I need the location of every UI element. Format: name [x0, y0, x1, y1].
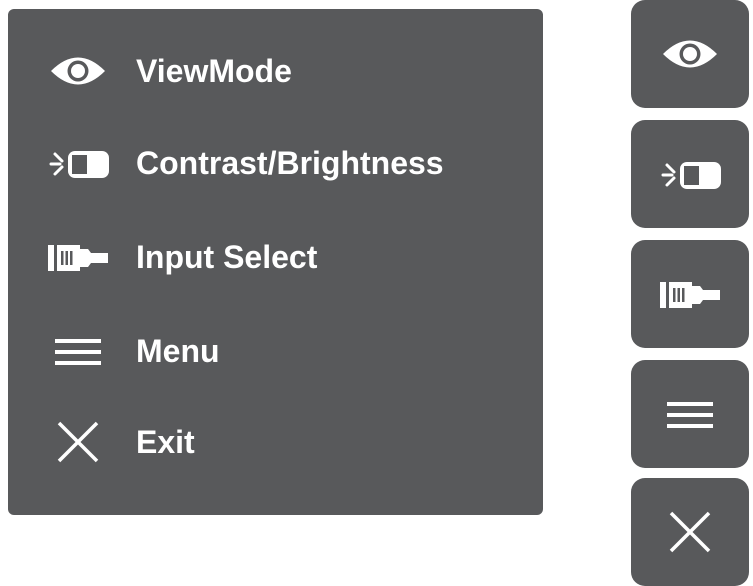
- menu-item-input-select[interactable]: Input Select: [8, 217, 543, 297]
- menu-item-viewmode[interactable]: ViewMode: [8, 31, 543, 111]
- contrast-brightness-icon: [38, 123, 118, 203]
- menu-item-label: ViewMode: [136, 53, 292, 89]
- contrast-brightness-button[interactable]: [631, 120, 749, 228]
- exit-button[interactable]: [631, 478, 749, 586]
- menu-item-contrast-brightness[interactable]: Contrast/Brightness: [8, 123, 543, 203]
- menu-item-label: Exit: [136, 424, 195, 460]
- eye-icon: [38, 31, 118, 111]
- menu-icon: [650, 374, 730, 454]
- menu-item-exit[interactable]: Exit: [8, 402, 543, 482]
- menu-icon: [38, 311, 118, 391]
- close-icon: [38, 402, 118, 482]
- menu-item-label: Contrast/Brightness: [136, 145, 444, 181]
- menu-item-label: Input Select: [136, 239, 318, 275]
- input-select-button[interactable]: [631, 240, 749, 348]
- close-icon: [650, 492, 730, 572]
- input-plug-icon: [650, 254, 730, 334]
- viewmode-button[interactable]: [631, 0, 749, 108]
- eye-icon: [650, 14, 730, 94]
- menu-item-label: Menu: [136, 333, 220, 369]
- menu-item-menu[interactable]: Menu: [8, 311, 543, 391]
- input-plug-icon: [38, 217, 118, 297]
- contrast-brightness-icon: [650, 134, 730, 214]
- osd-menu-panel: ViewMode Contrast/Brightness Input Selec…: [8, 9, 543, 515]
- menu-button[interactable]: [631, 360, 749, 468]
